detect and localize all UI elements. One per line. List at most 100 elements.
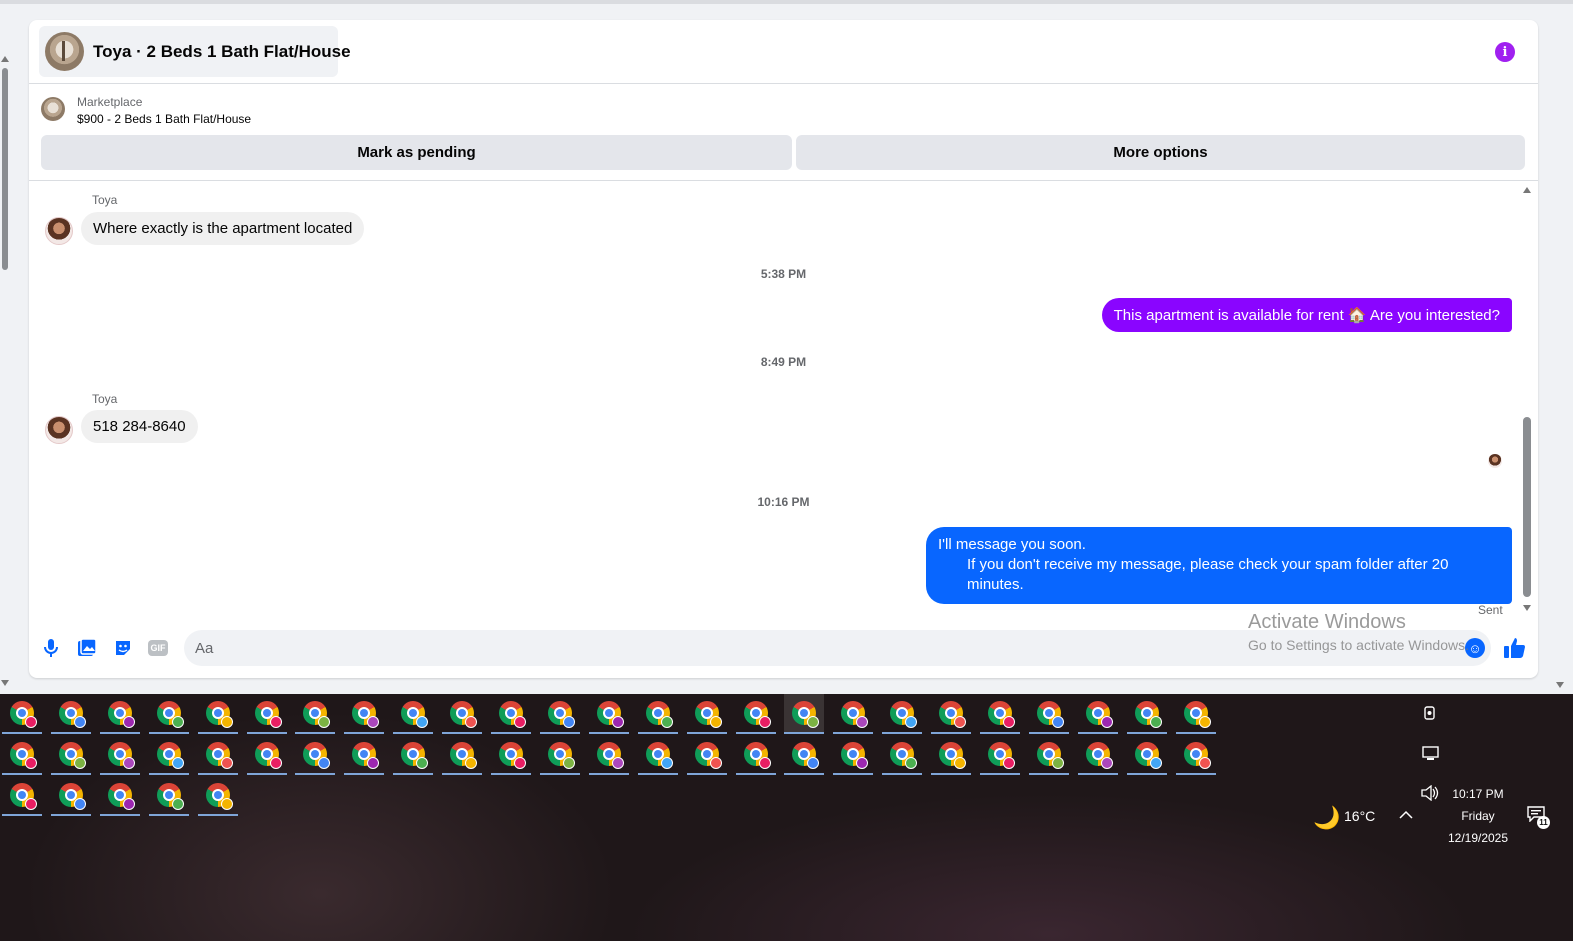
right-scroll-down-arrow-icon[interactable] <box>1556 682 1564 688</box>
message-input[interactable] <box>184 630 1491 666</box>
sender-name: Toya <box>92 392 118 406</box>
taskbar-browser-icon[interactable] <box>246 694 287 734</box>
taskbar-browser-icon[interactable] <box>99 735 140 775</box>
taskbar-browser-icon[interactable] <box>637 735 678 775</box>
taskbar-browser-icon[interactable] <box>491 735 531 775</box>
taskbar-browser-icon[interactable] <box>980 694 1020 734</box>
outgoing-message[interactable]: I'll message you soon. If you don't rece… <box>926 527 1512 604</box>
chrome-profile-icon <box>58 701 86 728</box>
taskbar-browser-icon[interactable] <box>784 694 825 734</box>
sticker-icon[interactable] <box>113 638 133 658</box>
taskbar-browser-icon[interactable] <box>1126 735 1167 775</box>
taskbar-browser-icon[interactable] <box>735 694 776 734</box>
thumbs-up-icon[interactable] <box>1503 636 1527 660</box>
taskbar-browser-icon[interactable] <box>539 735 580 775</box>
conversation-title-button[interactable]: Toya · 2 Beds 1 Bath Flat/House <box>39 26 351 77</box>
page-scroll-thumb[interactable] <box>2 68 8 270</box>
clock-date[interactable]: 12/19/2025 <box>1443 831 1513 845</box>
emoji-icon[interactable]: ☺ <box>1465 638 1485 658</box>
taskbar-browser-icon[interactable] <box>295 735 336 775</box>
taskbar-browser-icon[interactable] <box>882 694 923 734</box>
taskbar-browser-icon[interactable] <box>686 735 727 775</box>
taskbar-browser-icon[interactable] <box>344 735 385 775</box>
scroll-down-arrow-icon[interactable] <box>1 680 9 686</box>
volume-icon[interactable] <box>1421 784 1439 804</box>
taskbar-browser-icon[interactable] <box>686 694 727 734</box>
taskbar-browser-icon[interactable] <box>197 735 238 775</box>
moon-weather-icon[interactable]: 🌙 <box>1313 805 1340 831</box>
taskbar-browser-icon[interactable] <box>784 735 825 775</box>
taskbar-browser-icon[interactable] <box>393 735 434 775</box>
microphone-icon[interactable] <box>41 638 61 658</box>
taskbar-browser-icon[interactable] <box>588 694 629 734</box>
taskbar-browser-icon[interactable] <box>393 694 434 734</box>
taskbar-browser-icon[interactable] <box>246 735 287 775</box>
chevron-up-icon[interactable] <box>1399 807 1413 823</box>
sender-avatar[interactable] <box>45 217 73 245</box>
taskbar-browser-icon[interactable] <box>99 776 140 816</box>
taskbar-browser-icon[interactable] <box>491 694 531 734</box>
taskbar-browser-icon[interactable] <box>148 694 189 734</box>
profile-badge-icon <box>465 716 478 728</box>
clock-time[interactable]: 10:17 PM <box>1443 787 1513 801</box>
message-scroll-down-icon[interactable] <box>1523 605 1531 611</box>
taskbar-browser-icon[interactable] <box>1175 694 1216 734</box>
taskbar-browser-icon[interactable] <box>50 776 91 816</box>
taskbar-browser-icon[interactable] <box>1028 735 1069 775</box>
taskbar-browser-icon[interactable] <box>295 694 336 734</box>
taskbar-browser-icon[interactable] <box>344 694 385 734</box>
mark-as-pending-button[interactable]: Mark as pending <box>41 135 792 170</box>
chrome-profile-icon <box>450 701 478 728</box>
photo-icon[interactable] <box>77 638 97 658</box>
message-timestamp: 5:38 PM <box>760 267 807 281</box>
taskbar-browser-icon[interactable] <box>735 735 776 775</box>
taskbar-browser-icon[interactable] <box>833 735 874 775</box>
taskbar-browser-icon[interactable] <box>197 776 238 816</box>
profile-badge-icon <box>367 757 380 769</box>
incoming-message[interactable]: Where exactly is the apartment located <box>81 212 365 245</box>
taskbar-browser-icon[interactable] <box>99 694 140 734</box>
taskbar-browser-icon[interactable] <box>931 735 972 775</box>
marketplace-listing[interactable]: Marketplace $900 - 2 Beds 1 Bath Flat/Ho… <box>41 95 251 131</box>
taskbar-browser-icon[interactable] <box>148 735 189 775</box>
more-options-button[interactable]: More options <box>796 135 1525 170</box>
taskbar-browser-icon[interactable] <box>442 694 483 734</box>
taskbar-browser-icon[interactable] <box>148 776 189 816</box>
network-icon[interactable] <box>1422 746 1440 765</box>
profile-badge-icon <box>25 798 37 810</box>
taskbar-browser-icon[interactable] <box>2 694 42 734</box>
taskbar-browser-icon[interactable] <box>539 694 580 734</box>
taskbar-browser-icon[interactable] <box>2 735 42 775</box>
taskbar-browser-icon[interactable] <box>833 694 874 734</box>
taskbar-browser-icon[interactable] <box>50 694 91 734</box>
incoming-message[interactable]: 518 284-8640 <box>81 410 198 443</box>
scroll-up-arrow-icon[interactable] <box>1 56 9 62</box>
taskbar-browser-icon[interactable] <box>442 735 483 775</box>
weather-temperature[interactable]: 16°C <box>1344 808 1375 824</box>
taskbar-browser-icon[interactable] <box>1175 735 1216 775</box>
taskbar-browser-icon[interactable] <box>1028 694 1069 734</box>
message-scrollbar[interactable] <box>1522 187 1532 611</box>
taskbar-browser-icon[interactable] <box>1077 735 1118 775</box>
taskbar-browser-icon[interactable] <box>1077 694 1118 734</box>
info-icon[interactable]: i <box>1495 42 1515 62</box>
profile-badge-icon <box>562 716 575 728</box>
taskbar-browser-icon[interactable] <box>1126 694 1167 734</box>
taskbar-browser-icon[interactable] <box>2 776 42 816</box>
taskbar-browser-icon[interactable] <box>931 694 972 734</box>
meet-now-icon[interactable] <box>1423 706 1437 725</box>
message-scroll-up-icon[interactable] <box>1523 187 1531 193</box>
sender-avatar[interactable] <box>45 416 73 444</box>
taskbar-browser-icon[interactable] <box>637 694 678 734</box>
taskbar-browser-icon[interactable] <box>50 735 91 775</box>
taskbar-browser-icon[interactable] <box>882 735 923 775</box>
gif-icon[interactable]: GIF <box>148 640 168 656</box>
chrome-profile-icon <box>890 701 918 728</box>
taskbar-browser-icon[interactable] <box>588 735 629 775</box>
taskbar-browser-icon[interactable] <box>980 735 1020 775</box>
clock-day[interactable]: Friday <box>1443 809 1513 823</box>
taskbar-browser-icon[interactable] <box>197 694 238 734</box>
page-scrollbar[interactable] <box>0 56 12 686</box>
outgoing-message[interactable]: This apartment is available for rent 🏠 A… <box>1101 298 1512 332</box>
chrome-profile-icon <box>156 701 184 728</box>
